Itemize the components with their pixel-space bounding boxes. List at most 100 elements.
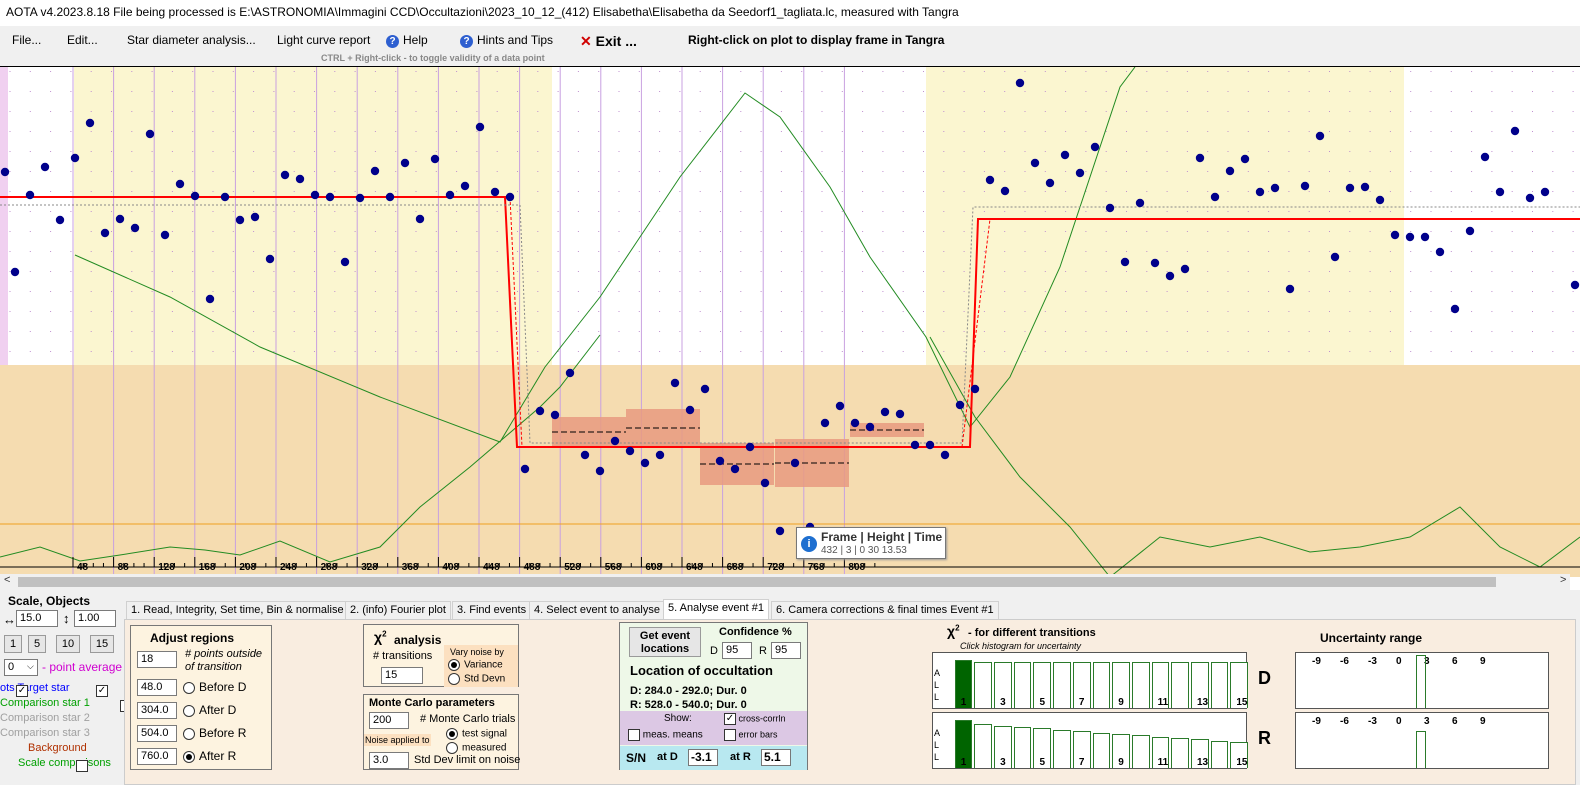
hist-label: 9 <box>1118 757 1124 768</box>
error-bars-checkbox[interactable]: error bars <box>724 729 778 741</box>
stddev-radio[interactable]: Std Devn <box>448 673 505 685</box>
histogram-d[interactable]: A L L 1 3 5 7 9 11 13 15 <box>932 652 1248 709</box>
point-average-value: 0 <box>8 661 15 673</box>
bin-button-5[interactable]: 5 <box>28 635 46 653</box>
light-curve-svg[interactable]: 48 88 128 168 208 248 288 328 368 408 448 488 528 568… <box>0 66 1580 578</box>
region-value-input[interactable]: 48.0 <box>137 679 177 696</box>
scroll-thumb[interactable] <box>18 577 1496 587</box>
light-curve-plot[interactable]: 48 88 128 168 208 248 288 328 368 408 448 488 528 568… <box>0 66 1580 578</box>
data-point <box>1285 284 1295 294</box>
hist-label: 9 <box>1118 697 1124 708</box>
get-event-locations-button[interactable]: Get event locations <box>629 627 701 657</box>
menu-file[interactable]: File... <box>12 33 41 47</box>
bin-button-1[interactable]: 1 <box>4 635 22 653</box>
bin-button-15[interactable]: 15 <box>90 635 114 653</box>
data-point <box>1510 126 1520 136</box>
tab-1[interactable]: 1. Read, Integrity, Set time, Bin & norm… <box>126 601 349 619</box>
x-tick-label: 248 <box>280 562 297 573</box>
data-point <box>610 436 620 446</box>
bin-button-10[interactable]: 10 <box>56 635 80 653</box>
hist-bar[interactable] <box>1013 727 1032 768</box>
region-radio[interactable]: After R <box>183 749 236 763</box>
uncertainty-d: -9 -6 -3 0 3 6 9 <box>1295 652 1549 709</box>
data-point <box>1030 158 1040 168</box>
scale-x-input[interactable]: 15.0 <box>16 610 58 627</box>
region-value-input[interactable]: 504.0 <box>137 725 177 742</box>
data-point <box>715 456 725 466</box>
object-checkbox[interactable]: ✓ <box>96 684 108 697</box>
tab-6[interactable]: 6. Camera corrections & final times Even… <box>771 601 999 619</box>
points-outside-label: # points outside of transition <box>185 648 263 673</box>
hist-bar[interactable] <box>1053 662 1071 708</box>
data-point <box>1090 142 1100 152</box>
data-point <box>1015 78 1025 88</box>
test-signal-radio[interactable]: test signal <box>446 728 507 740</box>
confidence-d-label: D <box>710 645 718 657</box>
region-radio[interactable]: After D <box>183 703 236 717</box>
hist-bar[interactable] <box>974 724 993 768</box>
data-point <box>1240 154 1250 164</box>
data-point <box>145 129 155 139</box>
hist-bar[interactable] <box>1210 662 1229 708</box>
menu-help[interactable]: ? Help <box>386 33 428 48</box>
meas-means-checkbox[interactable]: meas. means <box>628 729 703 741</box>
region-value-input[interactable]: 760.0 <box>137 748 177 765</box>
hist-label: 5 <box>1039 757 1045 768</box>
noise-limit-input[interactable]: 3.0 <box>369 752 409 769</box>
menu-exit[interactable]: ✕ Exit ... <box>580 33 637 50</box>
monte-trials-input[interactable]: 200 <box>369 712 409 729</box>
tab-5[interactable]: 5. Analyse event #1 <box>663 599 770 619</box>
data-point <box>955 400 965 410</box>
data-point <box>1000 186 1010 196</box>
hist-bar[interactable] <box>1131 662 1150 708</box>
hist-bar[interactable] <box>1092 662 1111 708</box>
tab-3[interactable]: 3. Find events <box>452 601 532 619</box>
vary-noise-box: Vary noise by Variance Std Devn <box>444 645 518 687</box>
hist-bar[interactable] <box>1210 740 1229 768</box>
hist-bar[interactable] <box>1171 738 1189 768</box>
menu-light-curve-report[interactable]: Light curve report <box>277 33 370 47</box>
data-point <box>1165 271 1175 281</box>
scroll-right-icon[interactable]: > <box>1560 574 1566 586</box>
confidence-r-input[interactable]: 95 <box>771 642 801 659</box>
tab-4[interactable]: 4. Select event to analyse <box>529 601 665 619</box>
hist-bar[interactable] <box>1131 735 1150 768</box>
points-outside-input[interactable]: 18 <box>137 651 177 668</box>
histogram-r[interactable]: A L L 1 3 5 7 9 11 13 15 <box>932 712 1248 769</box>
data-point <box>370 166 380 176</box>
hist-bar[interactable] <box>1053 729 1071 768</box>
plot-scrollbar[interactable]: < > <box>0 574 1570 590</box>
measured-radio[interactable]: measured <box>446 742 506 754</box>
scroll-left-icon[interactable]: < <box>4 574 10 586</box>
region-radio[interactable]: Before D <box>183 680 246 694</box>
object-checkbox[interactable] <box>76 759 88 772</box>
uncertainty-tick: 0 <box>1396 656 1402 667</box>
chevron-down-icon: ⌵ <box>27 661 34 671</box>
transitions-input[interactable]: 15 <box>381 667 423 684</box>
region-radio[interactable]: Before R <box>183 726 246 740</box>
confidence-d-input[interactable]: 95 <box>722 642 752 659</box>
location-r-line: R: 528.0 - 540.0; Dur. 0 <box>630 699 747 711</box>
data-point <box>565 368 575 378</box>
data-point <box>1120 257 1130 267</box>
menu-hints[interactable]: ? Hints and Tips <box>460 33 553 48</box>
point-average-select[interactable]: 0 ⌵ <box>4 659 38 676</box>
object-checkbox-left[interactable]: ✓ <box>16 684 28 697</box>
hist-bar[interactable] <box>974 662 993 708</box>
tab-2[interactable]: 2. (info) Fourier plot <box>345 601 451 619</box>
menu-edit[interactable]: Edit... <box>67 33 98 47</box>
location-panel: Get event locations Confidence % D 95 R … <box>619 622 808 770</box>
hist-bar[interactable] <box>1171 662 1189 708</box>
noise-limit-label: Std Dev limit on noise <box>414 754 521 766</box>
menu-star-diameter[interactable]: Star diameter analysis... <box>127 33 256 47</box>
scale-y-input[interactable]: 1.00 <box>74 610 116 627</box>
data-point <box>1225 166 1235 176</box>
data-point <box>850 418 860 428</box>
variance-radio[interactable]: Variance <box>448 659 503 671</box>
data-point <box>925 440 935 450</box>
hist-bar[interactable] <box>1092 732 1111 768</box>
region-value-input[interactable]: 304.0 <box>137 702 177 719</box>
cross-correlation-checkbox[interactable]: ✓ cross-corrln <box>724 713 786 725</box>
hist-bar[interactable] <box>1013 662 1032 708</box>
scale-objects-title: Scale, Objects <box>8 594 91 608</box>
